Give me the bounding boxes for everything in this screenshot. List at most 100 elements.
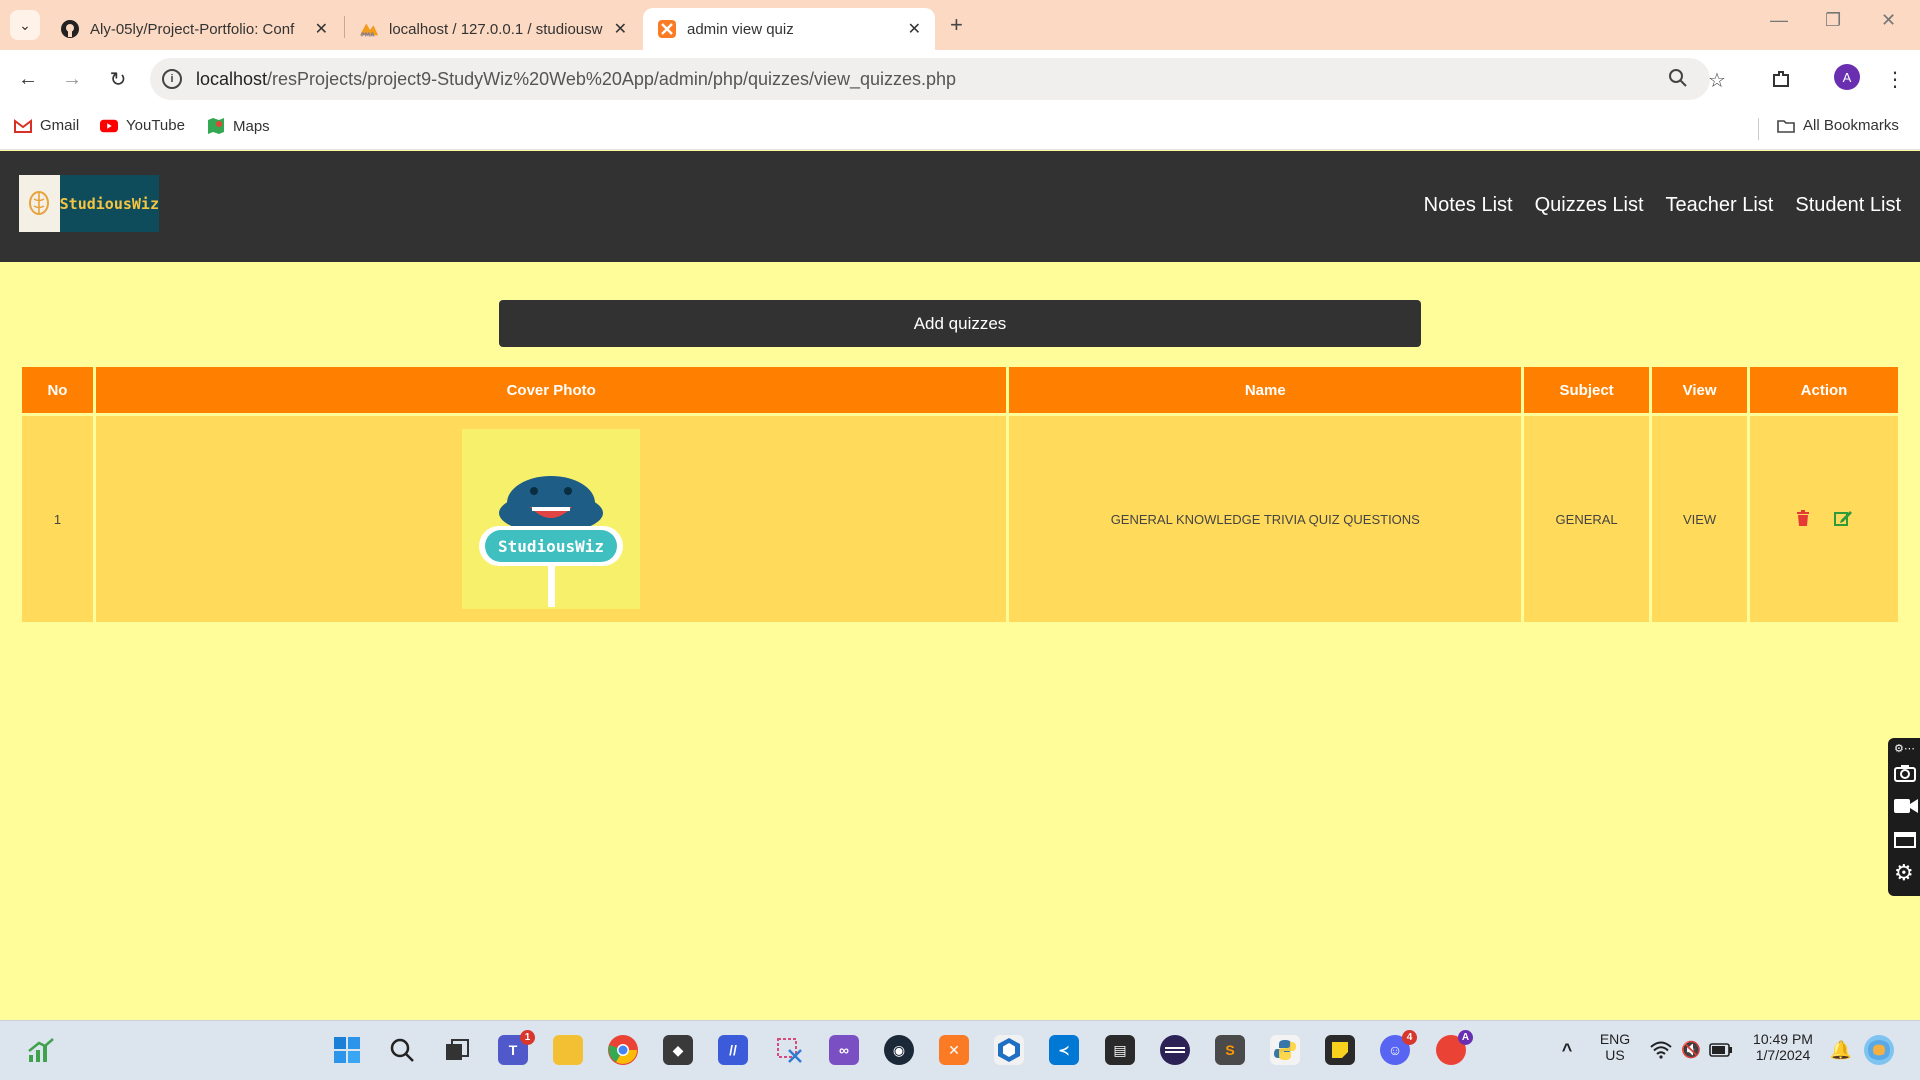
unity-icon[interactable]: ◆ [663, 1035, 693, 1065]
bookmark-gmail[interactable]: Gmail [14, 117, 79, 134]
gmail-icon [14, 118, 32, 133]
vscode-icon[interactable]: ≺ [1049, 1035, 1079, 1065]
edit-icon[interactable] [1834, 510, 1853, 529]
back-icon[interactable]: ← [13, 64, 43, 94]
file-explorer-icon[interactable] [553, 1035, 583, 1065]
bookmark-youtube[interactable]: YouTube [100, 117, 185, 134]
zoom-icon[interactable] [1668, 68, 1688, 94]
url-text[interactable]: localhost/resProjects/project9-StudyWiz%… [196, 69, 956, 90]
cell-action [1750, 416, 1898, 622]
column-header-no: No [22, 367, 93, 416]
address-bar[interactable]: i localhost/resProjects/project9-StudyWi… [150, 58, 1726, 100]
site-logo[interactable]: StudiousWiz [19, 175, 159, 232]
language-code: ENG [1599, 1031, 1631, 1047]
eclipse-icon[interactable] [1160, 1035, 1190, 1065]
cell-cover-photo: StudiousWiz [95, 416, 1007, 622]
snipping-tool-icon[interactable] [774, 1035, 804, 1065]
bookmark-label: YouTube [126, 117, 185, 134]
tab-admin-view-quiz[interactable]: admin view quiz ✕ [643, 8, 935, 50]
settings-gear-icon[interactable]: ⚙ [1894, 862, 1914, 884]
logo-text: StudiousWiz [59, 175, 159, 232]
discord-icon[interactable]: ☺ 4 [1380, 1030, 1417, 1065]
tab-github[interactable]: Aly-05ly/Project-Portfolio: Conf ✕ [46, 8, 342, 50]
clock[interactable]: 10:49 PM 1/7/2024 [1745, 1031, 1821, 1063]
bookmark-label: Gmail [40, 117, 80, 134]
tab-search-dropdown-icon[interactable]: ⌄ [10, 10, 40, 40]
url-host: localhost [196, 69, 268, 89]
nav-notes-list[interactable]: Notes List [1424, 194, 1513, 217]
bookmark-maps[interactable]: Maps [207, 117, 270, 135]
notification-badge: 1 [520, 1030, 535, 1045]
more-icon[interactable]: ⚙⋯ [1894, 742, 1915, 755]
copilot-icon[interactable] [1864, 1035, 1894, 1065]
capture-toolbar: ⚙⋯ ⚙ [1888, 738, 1920, 896]
speaker-muted-icon[interactable]: 🔇 [1676, 1035, 1706, 1065]
cell-view: VIEW [1652, 416, 1748, 622]
python-icon[interactable] [1270, 1035, 1300, 1065]
all-bookmarks-label: All Bookmarks [1803, 117, 1899, 134]
sql-tool-icon[interactable]: ▤ [1105, 1035, 1135, 1065]
close-window-icon[interactable]: ✕ [1881, 10, 1896, 31]
nav-student-list[interactable]: Student List [1795, 194, 1901, 217]
virtualbox-icon[interactable] [994, 1035, 1024, 1065]
table-row: 1 StudiousWiz GENERAL KNOWLEDGE TRIVIA Q… [22, 416, 1898, 622]
sticky-notes-icon[interactable] [1325, 1035, 1355, 1065]
steam-icon[interactable]: ◉ [884, 1035, 914, 1065]
language-indicator[interactable]: ENG US [1598, 1031, 1632, 1063]
notification-badge: 4 [1402, 1030, 1417, 1045]
minimize-icon[interactable]: — [1770, 10, 1788, 31]
video-camera-icon[interactable] [1894, 798, 1918, 819]
sublime-text-icon[interactable]: S [1215, 1035, 1245, 1065]
camera-icon[interactable] [1894, 764, 1916, 787]
battery-icon[interactable] [1706, 1035, 1736, 1065]
search-icon[interactable] [387, 1035, 417, 1065]
browser-toolbar: ← → ↻ i localhost/resProjects/project9-S… [0, 50, 1920, 108]
clock-date: 1/7/2024 [1755, 1047, 1811, 1063]
restore-icon[interactable]: ❐ [1825, 10, 1841, 31]
profile-badge: A [1458, 1030, 1473, 1045]
chrome-icon[interactable] [608, 1035, 638, 1065]
profile-avatar[interactable]: A [1834, 64, 1860, 90]
xampp-icon[interactable]: ✕ [939, 1035, 969, 1065]
show-hidden-icons-chevron-icon[interactable]: ^ [1552, 1035, 1582, 1065]
nav-quizzes-list[interactable]: Quizzes List [1535, 194, 1644, 217]
add-quizzes-button[interactable]: Add quizzes [499, 300, 1421, 347]
chrome-profile-icon[interactable]: A [1436, 1030, 1473, 1065]
github-icon [60, 19, 80, 39]
region-code: US [1605, 1047, 1625, 1063]
view-link[interactable]: VIEW [1683, 512, 1716, 527]
reload-icon[interactable]: ↻ [103, 64, 133, 94]
cell-subject: GENERAL [1524, 416, 1650, 622]
browser-menu-icon[interactable]: ⋮ [1880, 64, 1910, 94]
extensions-icon[interactable] [1766, 64, 1796, 94]
forward-icon[interactable]: → [57, 64, 87, 94]
stocks-widget-icon[interactable] [26, 1035, 56, 1065]
task-view-icon[interactable] [442, 1035, 472, 1065]
window-capture-icon[interactable] [1894, 830, 1916, 853]
all-bookmarks[interactable]: All Bookmarks [1777, 117, 1899, 134]
nav-teacher-list[interactable]: Teacher List [1666, 194, 1774, 217]
ai-app-icon[interactable]: // [718, 1035, 748, 1065]
teams-icon[interactable]: T1 [498, 1030, 535, 1065]
column-header-cover-photo: Cover Photo [95, 367, 1007, 416]
visual-studio-icon[interactable]: ∞ [829, 1035, 859, 1065]
column-header-name: Name [1009, 367, 1522, 416]
new-tab-icon[interactable]: + [950, 12, 963, 38]
wifi-icon[interactable] [1646, 1035, 1676, 1065]
bookmark-star-icon[interactable]: ☆ [1708, 68, 1726, 93]
close-tab-icon[interactable]: ✕ [614, 19, 627, 39]
xampp-icon [657, 19, 677, 39]
close-tab-icon[interactable]: ✕ [908, 19, 921, 39]
folder-icon [1777, 119, 1795, 133]
quizzes-table: No Cover Photo Name Subject View Action … [19, 367, 1901, 622]
delete-trash-icon[interactable] [1796, 509, 1810, 529]
close-tab-icon[interactable]: ✕ [315, 19, 328, 39]
windows-start-icon[interactable] [332, 1035, 362, 1065]
site-info-icon[interactable]: i [162, 69, 182, 89]
tab-phpmyadmin[interactable]: PMA localhost / 127.0.0.1 / studiousw ✕ [345, 8, 641, 50]
svg-text:PMA: PMA [361, 32, 375, 38]
notifications-bell-icon[interactable]: 🔔 [1826, 1035, 1856, 1065]
bookmarks-divider [1758, 118, 1759, 140]
tab-title: Aly-05ly/Project-Portfolio: Conf [90, 20, 295, 38]
youtube-icon [100, 119, 118, 132]
